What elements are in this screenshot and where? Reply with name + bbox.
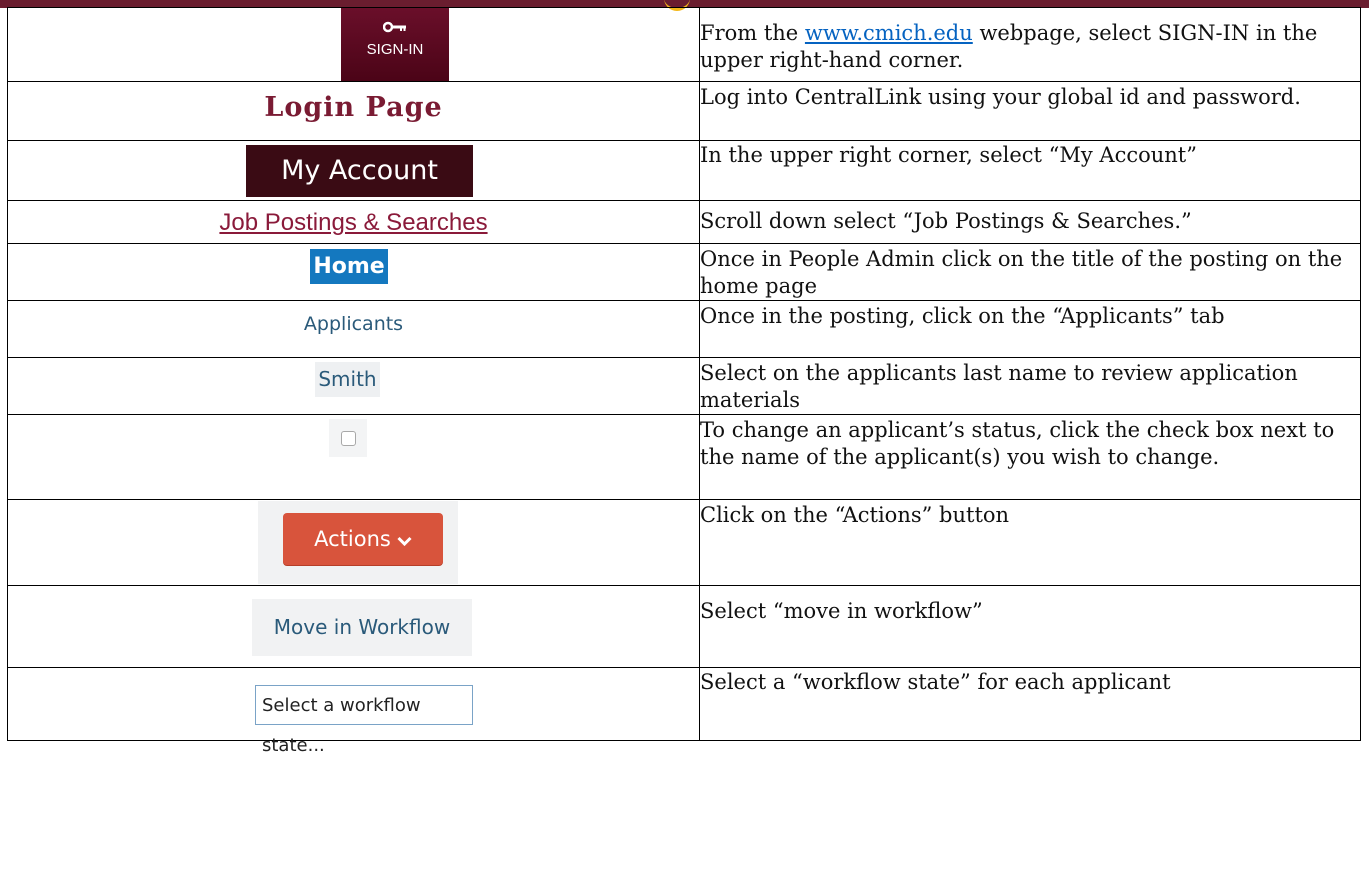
chevron-down-icon [397, 515, 412, 567]
instruction-text: From the www.cmich.edu webpage, select S… [700, 21, 1318, 72]
actions-container: Actions [258, 501, 458, 584]
instruction-text: Log into CentralLink using your global i… [700, 85, 1301, 109]
login-page-heading: Login Page [264, 92, 443, 123]
instruction-text: Click on the “Actions” button [700, 503, 1010, 527]
instruction-table: SIGN-IN From the www.cmich.edu webpage, … [7, 7, 1361, 756]
instruction-cell: Select on the applicants last name to re… [699, 357, 1361, 415]
instruction-text: Select on the applicants last name to re… [700, 361, 1298, 412]
instruction-text: Scroll down select “Job Postings & Searc… [700, 209, 1192, 233]
job-postings-link[interactable]: Job Postings & Searches [8, 209, 699, 237]
table-row: Login Page Log into CentralLink using yo… [7, 81, 1361, 141]
instruction-cell: Once in the posting, click on the “Appli… [699, 300, 1361, 358]
instruction-cell: Select “move in workflow” [699, 585, 1361, 668]
instruction-cell: Log into CentralLink using your global i… [699, 81, 1361, 141]
table-row: SIGN-IN From the www.cmich.edu webpage, … [7, 7, 1361, 82]
sign-in-button[interactable]: SIGN-IN [341, 8, 449, 81]
key-icon [383, 21, 406, 33]
applicant-checkbox[interactable] [341, 431, 356, 446]
applicant-name-link[interactable]: Smith [315, 362, 380, 397]
widget-cell: Smith [7, 357, 700, 415]
instruction-cell: Click on the “Actions” button [699, 499, 1361, 586]
table-row: Actions Click on the “Actions” button [7, 499, 1361, 586]
instruction-cell: To change an applicant’s status, click t… [699, 414, 1361, 500]
widget-cell: Select a workflow state... [7, 667, 700, 756]
widget-cell: Applicants [7, 300, 700, 358]
widget-cell: SIGN-IN [7, 7, 700, 82]
widget-cell: Login Page [7, 81, 700, 141]
instruction-text: Select “move in workflow” [700, 599, 983, 623]
table-row: Home Once in People Admin click on the t… [7, 243, 1361, 301]
cmich-link[interactable]: www.cmich.edu [805, 21, 973, 45]
move-in-workflow-item[interactable]: Move in Workflow [252, 599, 472, 656]
table-row: Applicants Once in the posting, click on… [7, 300, 1361, 358]
instruction-text: In the upper right corner, select “My Ac… [700, 143, 1197, 167]
widget-cell: My Account [7, 140, 700, 201]
instruction-cell: Once in People Admin click on the title … [699, 243, 1361, 301]
table-row: Smith Select on the applicants last name… [7, 357, 1361, 415]
instruction-text: To change an applicant’s status, click t… [700, 418, 1335, 469]
table-row: Job Postings & Searches Scroll down sele… [7, 200, 1361, 244]
widget-cell: Home [7, 243, 700, 301]
widget-cell: Move in Workflow [7, 585, 700, 668]
workflow-state-select[interactable]: Select a workflow state... [255, 685, 473, 756]
sign-in-label: SIGN-IN [366, 41, 424, 58]
applicant-checkbox-container [329, 419, 367, 457]
home-button[interactable]: Home [310, 249, 388, 284]
instruction-cell: In the upper right corner, select “My Ac… [699, 140, 1361, 201]
table-row: Select a workflow state... Select a “wor… [7, 667, 1361, 756]
widget-cell: Job Postings & Searches [7, 200, 700, 244]
widget-cell [7, 414, 700, 500]
instruction-cell: From the www.cmich.edu webpage, select S… [699, 7, 1361, 82]
instruction-cell: Select a “workflow state” for each appli… [699, 667, 1361, 741]
widget-cell: Actions [7, 499, 700, 586]
instruction-text: Once in People Admin click on the title … [700, 247, 1343, 298]
instruction-text: Select a “workflow state” for each appli… [700, 670, 1171, 694]
instruction-cell: Scroll down select “Job Postings & Searc… [699, 200, 1361, 244]
table-row: Move in Workflow Select “move in workflo… [7, 585, 1361, 668]
tab-applicants[interactable]: Applicants [8, 313, 699, 335]
instruction-text: Once in the posting, click on the “Appli… [700, 304, 1225, 328]
table-row: To change an applicant’s status, click t… [7, 414, 1361, 500]
actions-button[interactable]: Actions [283, 513, 443, 565]
table-row: My Account In the upper right corner, se… [7, 140, 1361, 201]
my-account-button[interactable]: My Account [246, 145, 473, 197]
